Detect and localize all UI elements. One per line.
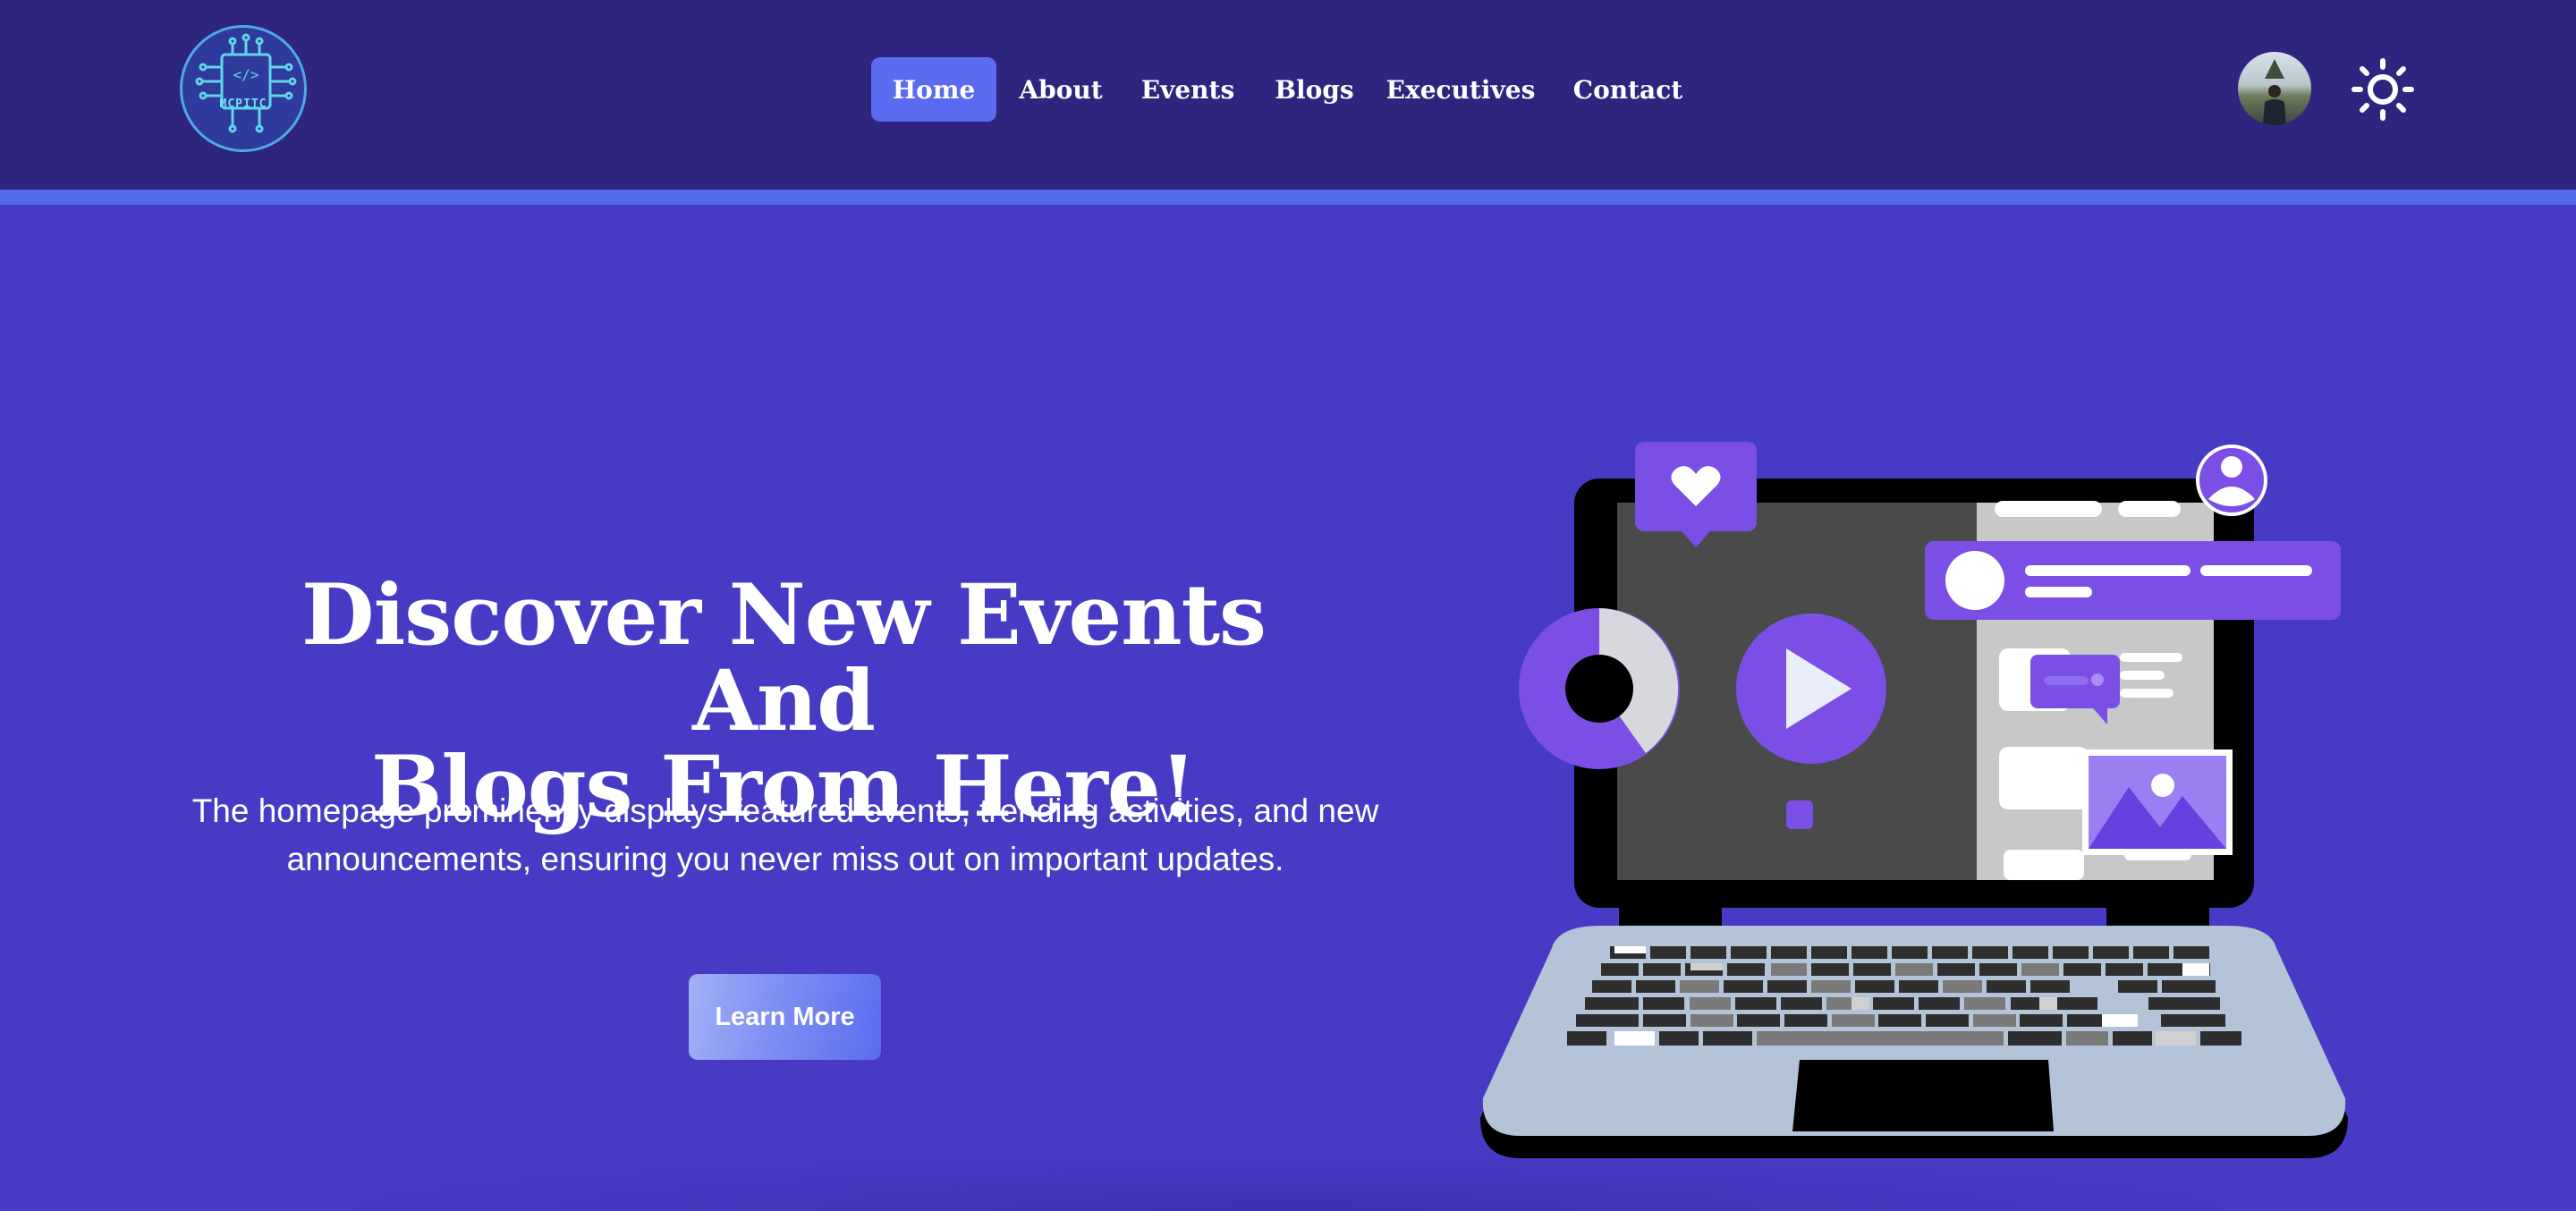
laptop-illustration [1480, 442, 2348, 1158]
user-avatar[interactable] [2238, 52, 2311, 125]
logo-text: MCPITC [219, 97, 267, 111]
hero-description: The homepage prominently displays featur… [191, 792, 1379, 877]
svg-text:</>: </> [233, 66, 259, 83]
learn-more-button[interactable]: Learn More [689, 974, 881, 1060]
nav-item-blogs[interactable]: Blogs [1250, 57, 1378, 122]
main-nav: Home About Events Blogs Executives Conta… [871, 57, 1713, 122]
nav-item-contact[interactable]: Contact [1543, 57, 1713, 122]
nav-item-about[interactable]: About [996, 57, 1125, 122]
site-header: </> MCPITC Home About Events Blogs Execu… [0, 0, 2576, 190]
hero-bottom-shadow [304, 1154, 2272, 1211]
sun-icon [2351, 58, 2414, 121]
hero-title-line-1: Discover New Events And [301, 566, 1267, 750]
nav-item-events[interactable]: Events [1125, 57, 1250, 122]
circuit-chip-icon: </> [195, 33, 297, 133]
nav-item-executives[interactable]: Executives [1378, 57, 1543, 122]
theme-toggle-button[interactable] [2351, 57, 2415, 122]
avatar-photo [2263, 59, 2286, 125]
header-accent-bar [0, 190, 2576, 205]
nav-item-home[interactable]: Home [871, 57, 996, 122]
logo[interactable]: </> MCPITC [180, 25, 307, 152]
